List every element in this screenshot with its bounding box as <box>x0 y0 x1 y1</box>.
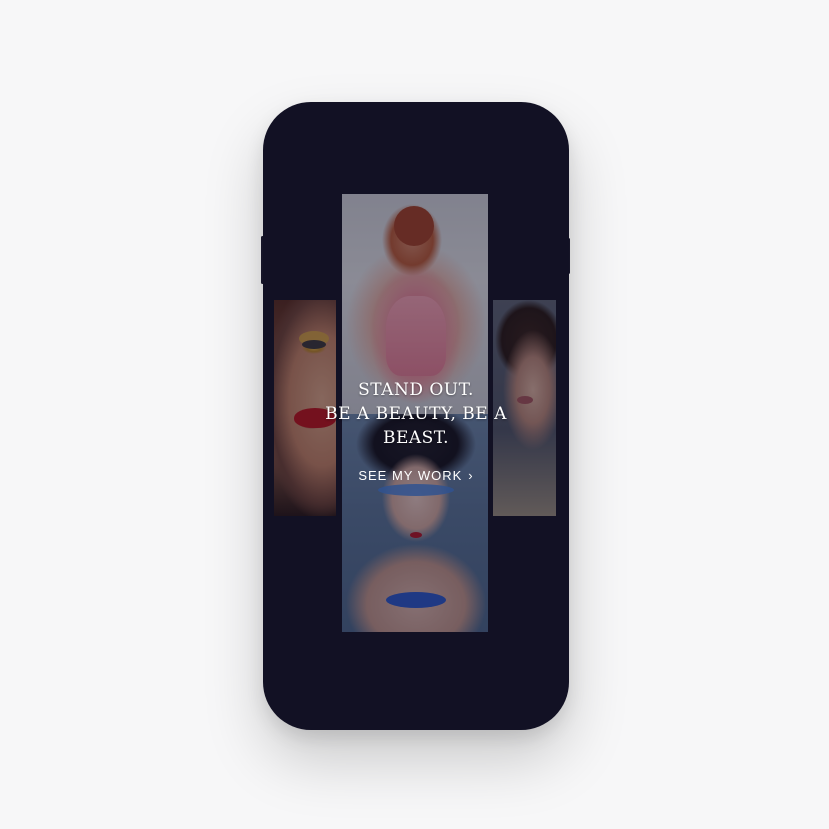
phone-screen: STAND OUT. BE A BEAUTY, BE A BEAST. SEE … <box>263 102 569 730</box>
see-my-work-label: SEE MY WORK <box>358 468 463 483</box>
hero-line: BEAST. <box>382 428 450 448</box>
mockup-stage: STAND OUT. BE A BEAUTY, BE A BEAST. SEE … <box>0 0 829 829</box>
hero-line: STAND OUT. <box>358 380 474 400</box>
see-my-work-link[interactable]: SEE MY WORK › <box>263 468 569 483</box>
hero-line: BE A BEAUTY, BE A <box>325 404 507 424</box>
chevron-right-icon: › <box>468 468 474 483</box>
hero-headline: STAND OUT. BE A BEAUTY, BE A BEAST. <box>263 378 569 450</box>
